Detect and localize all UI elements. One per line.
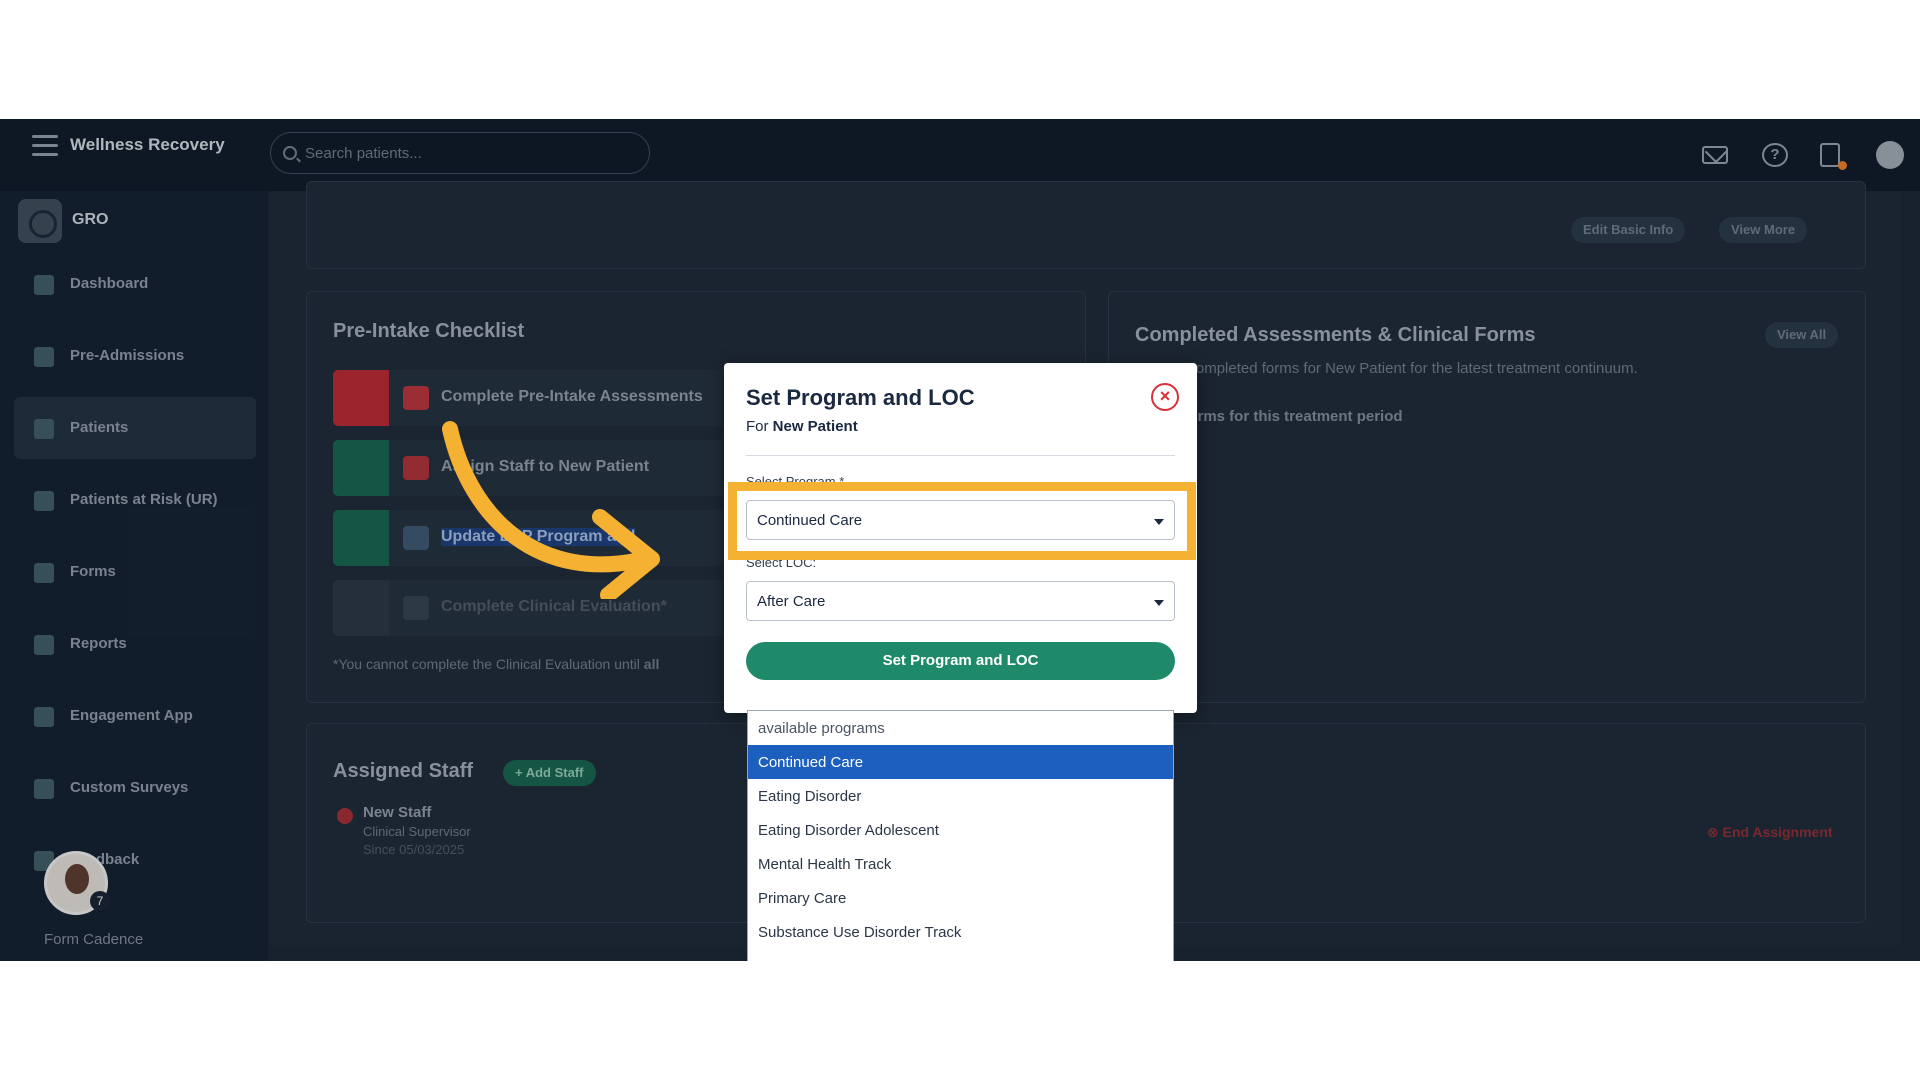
dropdown-option-mental-health-track[interactable]: Mental Health Track xyxy=(748,847,1173,881)
set-program-button[interactable]: Set Program and LOC xyxy=(746,642,1175,680)
pointer-arrow-icon xyxy=(442,421,660,599)
modal-subtitle: For New Patient xyxy=(746,418,858,435)
modal-divider xyxy=(746,455,1175,456)
app-window: Wellness Recovery ? GRO Dashboard Pre-Ad… xyxy=(0,119,1920,961)
chevron-down-icon xyxy=(1154,600,1164,606)
close-icon[interactable]: × xyxy=(1151,383,1179,411)
loc-select[interactable]: After Care xyxy=(746,581,1175,621)
modal-title: Set Program and LOC xyxy=(746,385,975,410)
modal-subtitle-prefix: For xyxy=(746,418,769,435)
modal-patient-name: New Patient xyxy=(772,418,858,435)
program-dropdown-list: available programs Continued Care Eating… xyxy=(747,710,1174,961)
dropdown-option-substance-use[interactable]: Substance Use Disorder Track xyxy=(748,915,1173,949)
dropdown-option-eating-disorder-adolescent[interactable]: Eating Disorder Adolescent xyxy=(748,813,1173,847)
dropdown-option-eating-disorder[interactable]: Eating Disorder xyxy=(748,779,1173,813)
loc-select-value: After Care xyxy=(757,593,826,610)
dropdown-option-continued-care[interactable]: Continued Care xyxy=(748,745,1173,779)
dropdown-group-header: available programs xyxy=(758,720,885,737)
highlight-box xyxy=(728,482,1196,560)
dropdown-option-primary-care[interactable]: Primary Care xyxy=(748,881,1173,915)
